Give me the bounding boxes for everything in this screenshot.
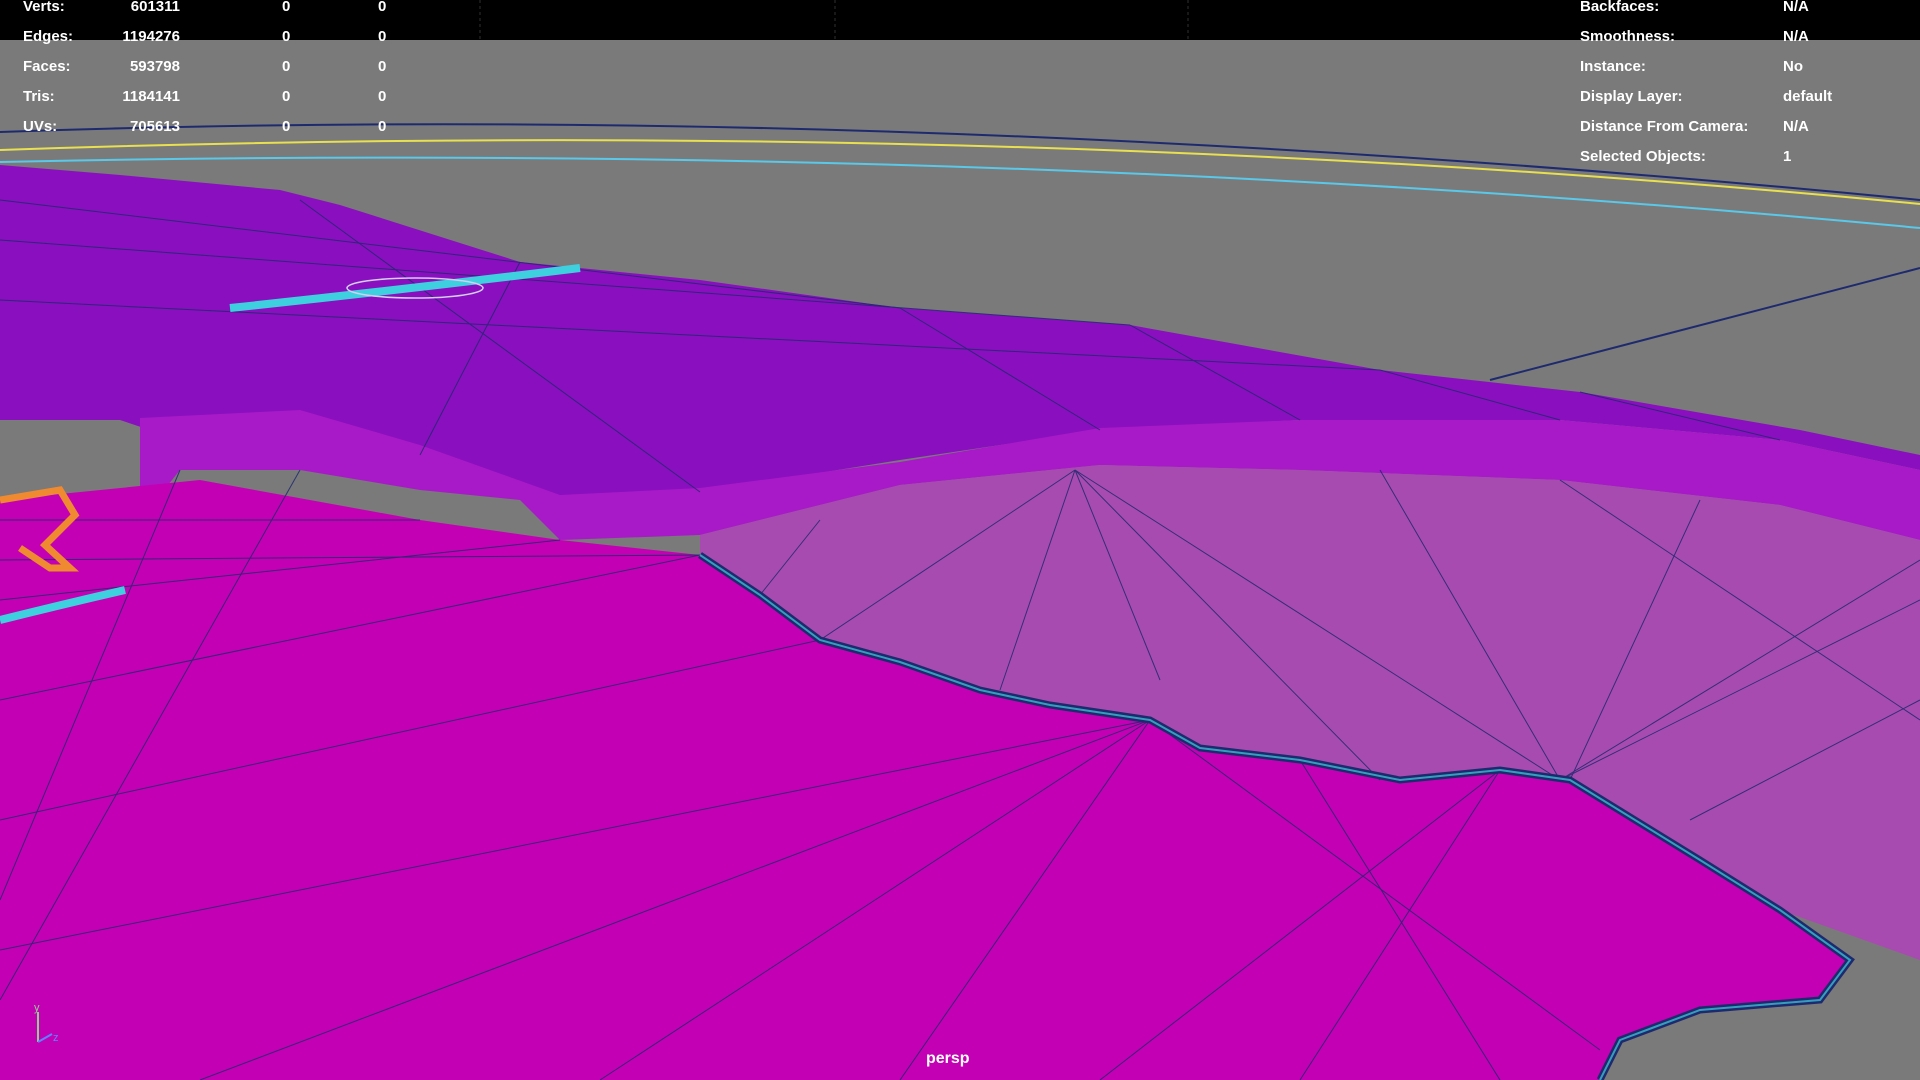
hud-value-selected-components: 0 — [378, 118, 387, 135]
viewport-persp[interactable]: Verts: 601311 0 0 Edges: 1194276 0 0 Fac… — [0, 0, 1920, 1080]
hud-label: Tris: — [23, 88, 55, 105]
hud-label: Display Layer: — [1580, 88, 1683, 105]
hud-value-selected-components: 0 — [378, 58, 387, 75]
camera-name-label: persp — [926, 1050, 970, 1067]
hud-value-selected: 0 — [282, 118, 291, 135]
axis-y-label: y — [34, 1002, 40, 1014]
hud-value: No — [1783, 58, 1803, 75]
hud-label: Selected Objects: — [1580, 148, 1706, 165]
hud-value: 1 — [1783, 148, 1792, 165]
hud-label: Edges: — [23, 28, 74, 45]
hud-poly-count: Verts: 601311 0 0 Edges: 1194276 0 0 Fac… — [0, 0, 420, 150]
hud-row-verts: Verts: 601311 0 0 — [0, 0, 420, 30]
hud-row-distance-from-camera: Distance From Camera: N/A — [1580, 118, 1920, 150]
hud-value-selected: 0 — [282, 58, 291, 75]
hud-value-selected-components: 0 — [378, 0, 387, 15]
hud-value: N/A — [1783, 0, 1809, 15]
hud-row-instance: Instance: No — [1580, 58, 1920, 90]
hud-row-backfaces: Backfaces: N/A — [1580, 0, 1920, 30]
axis-gizmo-icon: y z — [34, 1002, 59, 1044]
hud-value-selected: 0 — [282, 28, 291, 45]
hud-value-total: 593798 — [129, 58, 180, 75]
hud-value-total: 1194276 — [122, 28, 180, 45]
axis-z-label: z — [53, 1032, 59, 1044]
hud-value-total: 1184141 — [122, 88, 180, 105]
hud-label: Verts: — [23, 0, 65, 15]
hud-label: Instance: — [1580, 58, 1646, 75]
hud-value-total: 601311 — [130, 0, 180, 15]
hud-row-display-layer: Display Layer: default — [1580, 88, 1920, 120]
hud-value-selected-components: 0 — [378, 88, 387, 105]
hud-value: N/A — [1783, 28, 1809, 45]
hud-row-edges: Edges: 1194276 0 0 — [0, 28, 420, 60]
hud-value-selected: 0 — [282, 88, 291, 105]
hud-label: Faces: — [23, 58, 71, 75]
hud-row-selected-objects: Selected Objects: 1 — [1580, 148, 1920, 180]
hud-object-details: Backfaces: N/A Smoothness: N/A Instance:… — [1580, 0, 1920, 180]
hud-label: Backfaces: — [1580, 0, 1660, 15]
hud-row-tris: Tris: 1184141 0 0 — [0, 88, 420, 120]
hud-row-smoothness: Smoothness: N/A — [1580, 28, 1920, 60]
hud-row-faces: Faces: 593798 0 0 — [0, 58, 420, 90]
hud-row-uvs: UVs: 705613 0 0 — [0, 118, 420, 150]
hud-label: Smoothness: — [1580, 28, 1676, 45]
hud-label: Distance From Camera: — [1580, 118, 1749, 135]
hud-value: default — [1783, 88, 1833, 105]
hud-value-selected: 0 — [282, 0, 291, 15]
hud-label: UVs: — [23, 118, 58, 135]
hud-value: N/A — [1783, 118, 1809, 135]
hud-value-total: 705613 — [129, 118, 180, 135]
hud-value-selected-components: 0 — [378, 28, 387, 45]
